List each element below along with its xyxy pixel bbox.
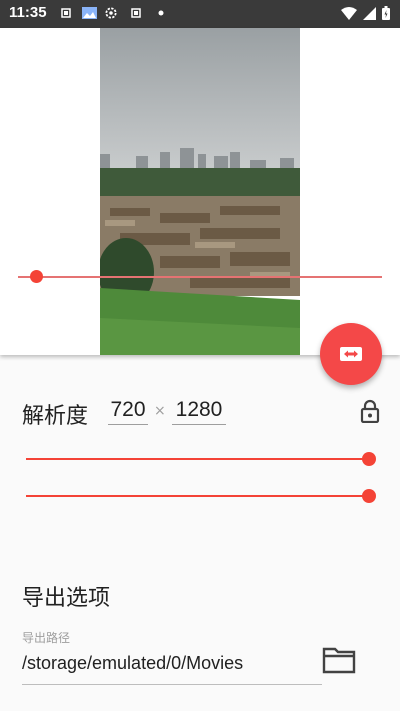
settings-icon xyxy=(105,7,117,19)
slider-track xyxy=(26,458,373,460)
gallery-icon xyxy=(82,7,97,19)
wifi-icon xyxy=(341,6,357,20)
export-path-underline xyxy=(22,684,322,685)
export-path-field[interactable]: /storage/emulated/0/Movies xyxy=(22,653,243,674)
resolution-row: 解析度 720 × 1280 xyxy=(22,396,382,430)
video-preview-panel xyxy=(0,28,400,355)
signal-icon xyxy=(363,6,376,20)
height-input[interactable]: 1280 xyxy=(172,396,226,425)
trim-start-handle[interactable] xyxy=(29,270,43,283)
status-time: 11:35 xyxy=(9,4,47,21)
slider-track xyxy=(26,495,373,497)
dot-icon xyxy=(158,10,164,16)
video-folder-icon[interactable] xyxy=(354,38,384,64)
notification-icon xyxy=(131,8,141,18)
battery-icon xyxy=(382,6,390,20)
swap-horizontal-icon xyxy=(340,347,362,361)
video-thumbnail xyxy=(100,28,300,355)
status-bar: 11:35 xyxy=(0,0,400,28)
video-frame[interactable] xyxy=(100,28,300,355)
swap-orientation-button[interactable] xyxy=(320,323,382,385)
resolution-label: 解析度 xyxy=(22,404,89,429)
export-options-heading: 导出选项 xyxy=(22,586,111,611)
export-path-caption: 导出路径 xyxy=(22,631,71,645)
resolution-slider[interactable] xyxy=(26,452,376,466)
quality-slider[interactable] xyxy=(26,489,376,503)
folder-icon[interactable] xyxy=(322,646,356,674)
times-separator: × xyxy=(154,403,166,419)
slider-thumb[interactable] xyxy=(362,489,376,503)
lock-icon[interactable] xyxy=(360,399,380,423)
slider-thumb[interactable] xyxy=(362,452,376,466)
arrow-back-icon[interactable] xyxy=(20,38,44,62)
notification-icon xyxy=(61,8,71,18)
width-input[interactable]: 720 xyxy=(108,396,148,425)
trim-track[interactable] xyxy=(18,276,382,278)
